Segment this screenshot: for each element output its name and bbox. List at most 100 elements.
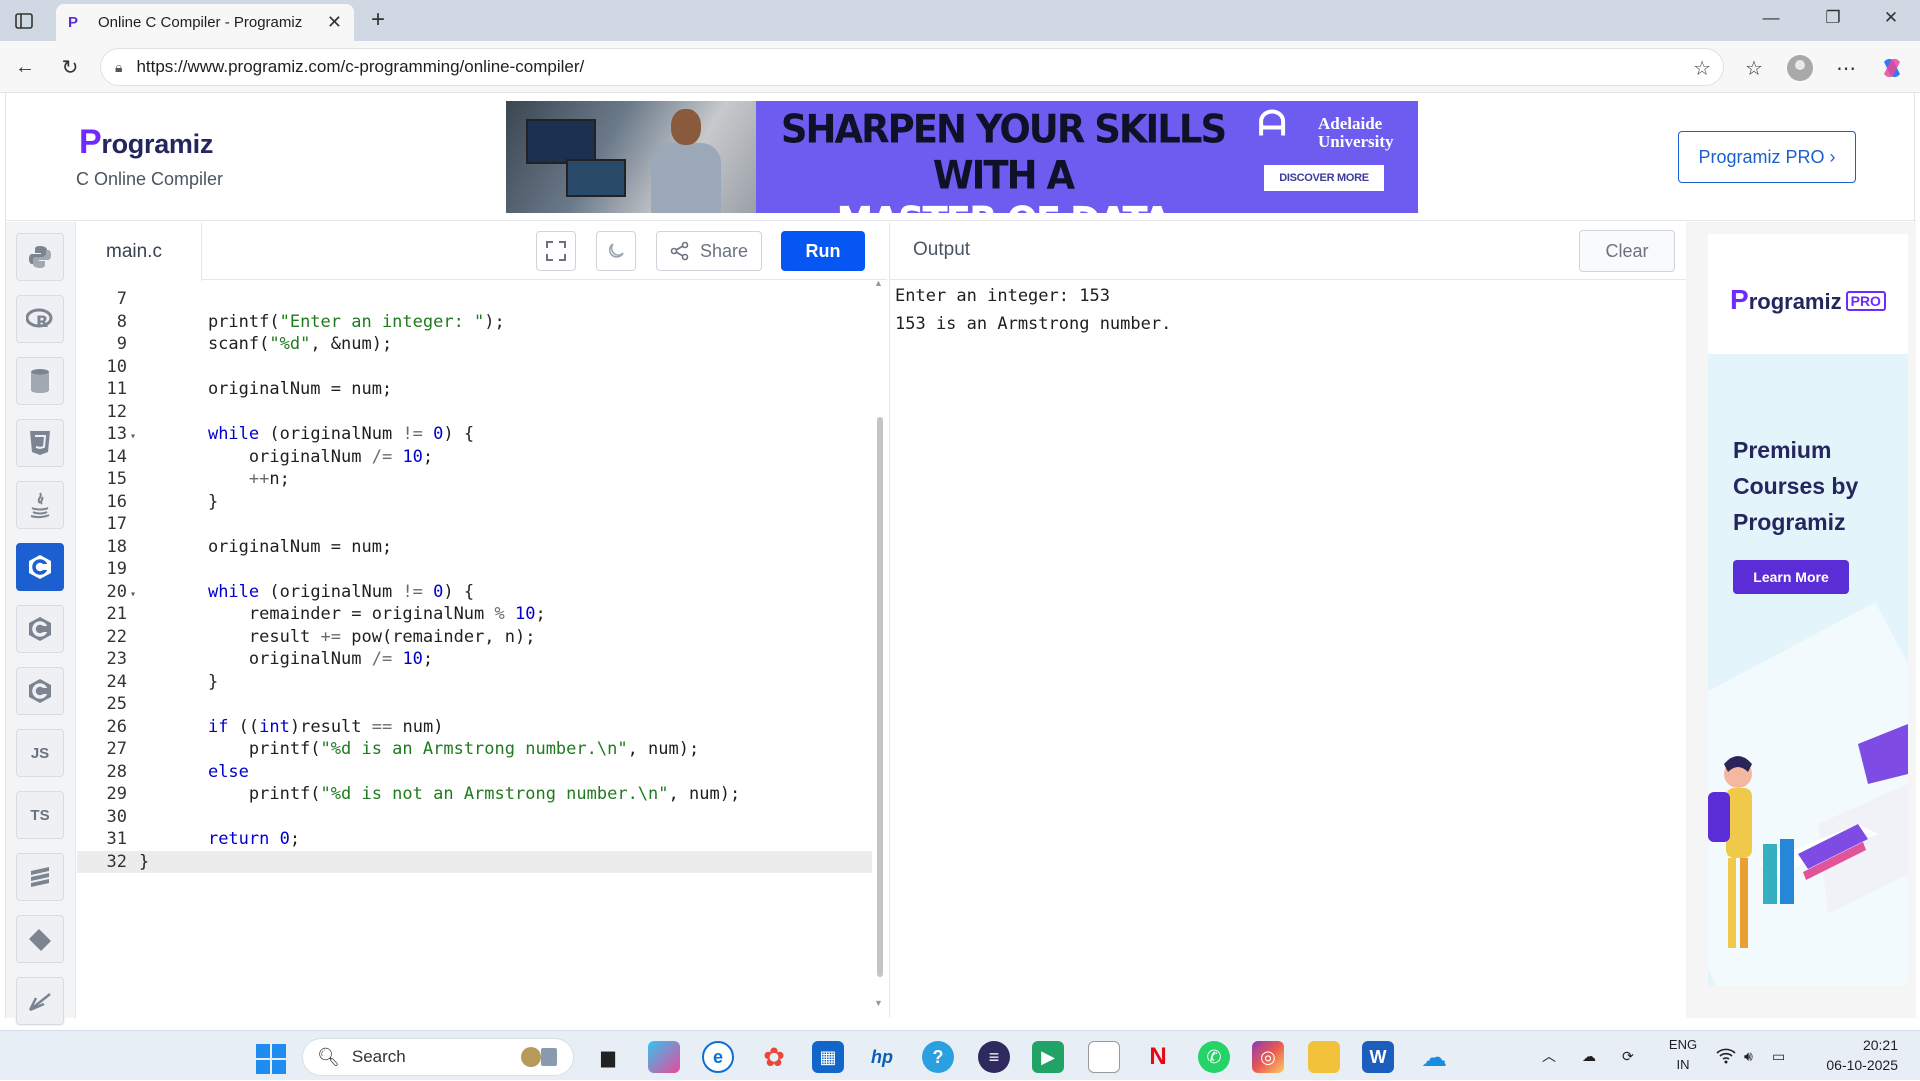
code-line[interactable]: 15 ++n; [77,468,872,491]
refresh-icon[interactable]: ↻ [56,53,84,81]
sql-database-icon[interactable] [15,356,65,406]
tray-overflow-icon[interactable]: ︿ [1542,1031,1556,1081]
lock-icon[interactable]: 🔒︎ [115,59,122,76]
code-line[interactable]: 25 [77,693,872,716]
close-window-icon[interactable]: ✕ [1868,8,1914,28]
java-icon[interactable] [15,480,65,530]
programiz-pro-button[interactable]: Programiz PRO › [1678,131,1856,183]
cloud-error-icon[interactable]: ☁ [1582,1031,1596,1081]
editor-scrollbar[interactable] [877,417,883,977]
volume-icon[interactable]: 🔊︎ [1744,1031,1753,1081]
code-line[interactable]: 19 [77,558,872,581]
code-editor[interactable]: ▲ ▼ 78 printf("Enter an integer: "); 9 sc… [77,278,887,1010]
code-line[interactable]: 7 [77,288,872,311]
panel-divider[interactable] [889,222,890,1018]
netflix-app-icon[interactable]: N [1142,1041,1174,1073]
html5-icon[interactable] [15,418,65,468]
taskbar-search[interactable]: 🔍︎ Search [302,1038,574,1076]
task-view-icon[interactable]: ▆ [592,1041,624,1073]
r-language-icon[interactable]: R [15,294,65,344]
code-line[interactable]: 21 remainder = originalNum % 10; [77,603,872,626]
code-line[interactable]: 9 scanf("%d", &num); [77,333,872,356]
new-tab-icon[interactable]: + [364,6,392,34]
run-button[interactable]: Run [781,231,865,271]
javascript-language-icon[interactable]: JS [15,728,65,778]
eclipse-app-icon[interactable]: ≡ [978,1041,1010,1073]
language-indicator[interactable]: ENG IN [1666,1035,1700,1075]
blank-file-icon[interactable] [1088,1041,1120,1073]
favorite-star-icon[interactable]: ☆ [1693,56,1711,81]
csharp-language-icon[interactable] [15,666,65,716]
url-bar[interactable]: 🔒︎ https://www.programiz.com/c-programmi… [100,48,1724,86]
code-line[interactable]: 18 originalNum = num; [77,536,872,559]
code-line[interactable]: 12 [77,401,872,424]
discover-more-button[interactable]: DISCOVER MORE [1264,165,1384,191]
word-app-icon[interactable]: W [1362,1041,1394,1073]
whatsapp-app-icon[interactable]: ✆ [1198,1041,1230,1073]
hp-app-icon[interactable]: hp [866,1041,898,1073]
scroll-up-arrow-icon[interactable]: ▲ [874,278,883,288]
python-language-icon[interactable] [15,232,65,282]
share-button[interactable]: Share [656,231,762,271]
browser-tab[interactable]: P Online C Compiler - Programiz ✕ [56,4,354,41]
code-line[interactable]: 11 originalNum = num; [77,378,872,401]
system-clock[interactable]: 20:21 06-10-2025 [1798,1035,1898,1075]
clear-button[interactable]: Clear [1579,230,1675,272]
code-line[interactable]: 22 result += pow(remainder, n); [77,626,872,649]
battery-icon[interactable]: ▭ [1772,1031,1785,1081]
onedrive-icon[interactable]: ☁ [1418,1041,1450,1073]
more-menu-icon[interactable]: ⋯ [1831,53,1861,83]
favorites-icon[interactable]: ☆ [1739,53,1769,83]
code-line[interactable]: 24 } [77,671,872,694]
sync-icon[interactable]: ⟳ [1622,1031,1634,1081]
file-explorer-icon[interactable] [1308,1041,1340,1073]
help-app-icon[interactable]: ? [922,1041,954,1073]
cpp-language-icon[interactable] [15,604,65,654]
code-line[interactable]: 20 ▾ while (originalNum != 0) { [77,581,872,604]
code-line[interactable]: 27 printf("%d is an Armstrong number.\n"… [77,738,872,761]
scroll-down-arrow-icon[interactable]: ▼ [874,998,883,1008]
instagram-app-icon[interactable]: ◎ [1252,1041,1284,1073]
tab-actions-icon[interactable] [12,10,36,32]
code-line[interactable]: 28 else [77,761,872,784]
learn-more-button[interactable]: Learn More [1733,560,1849,594]
go-stack-icon[interactable] [15,852,65,902]
php-language-icon[interactable] [15,914,65,964]
typescript-language-icon[interactable]: TS [15,790,65,840]
code-line[interactable]: 10 [77,356,872,379]
code-line[interactable]: 14 originalNum /= 10; [77,446,872,469]
fullscreen-button[interactable] [536,231,576,271]
close-tab-icon[interactable]: ✕ [327,12,342,33]
code-line[interactable]: 17 [77,513,872,536]
windows-start-icon[interactable] [256,1044,286,1074]
wifi-icon[interactable] [1716,1031,1736,1081]
restore-icon[interactable]: ❐ [1810,8,1856,28]
file-tab-main-c[interactable]: main.c [77,222,202,281]
code-line[interactable]: 23 originalNum /= 10; [77,648,872,671]
code-line[interactable]: 13 ▾ while (originalNum != 0) { [77,423,872,446]
code-text: return 0; [207,829,301,849]
photos-app-icon[interactable]: ✿ [758,1041,790,1073]
ad-banner[interactable]: SHARPEN YOUR SKILLS WITH A MASTER OF DAT… [506,101,1418,213]
code-line[interactable]: 31 return 0; [77,828,872,851]
swift-language-icon[interactable] [15,976,65,1026]
microsoft-store-icon[interactable]: ▦ [812,1041,844,1073]
code-line[interactable]: 32} [77,850,872,873]
copilot-icon[interactable] [1877,53,1907,83]
code-line[interactable]: 16 } [77,491,872,514]
output-console[interactable]: Enter an integer: 153 153 is an Armstron… [895,280,1675,338]
dark-mode-button[interactable] [596,231,636,271]
c-language-icon[interactable] [15,542,65,592]
copilot-app-icon[interactable] [648,1041,680,1073]
meet-app-icon[interactable]: ▶ [1032,1041,1064,1073]
programiz-logo[interactable]: Programiz [79,123,213,162]
edge-browser-icon[interactable]: e [702,1041,734,1073]
programiz-pro-ad[interactable]: Programiz PRO Premium Courses by Programi… [1708,234,1908,986]
minimize-icon[interactable]: — [1748,8,1794,28]
profile-icon[interactable] [1785,53,1815,83]
code-line[interactable]: 29 printf("%d is not an Armstrong number… [77,783,872,806]
back-icon[interactable]: ← [11,53,39,81]
code-line[interactable]: 26 if ((int)result == num) [77,716,872,739]
code-line[interactable]: 30 [77,806,872,829]
code-line[interactable]: 8 printf("Enter an integer: "); [77,311,872,334]
